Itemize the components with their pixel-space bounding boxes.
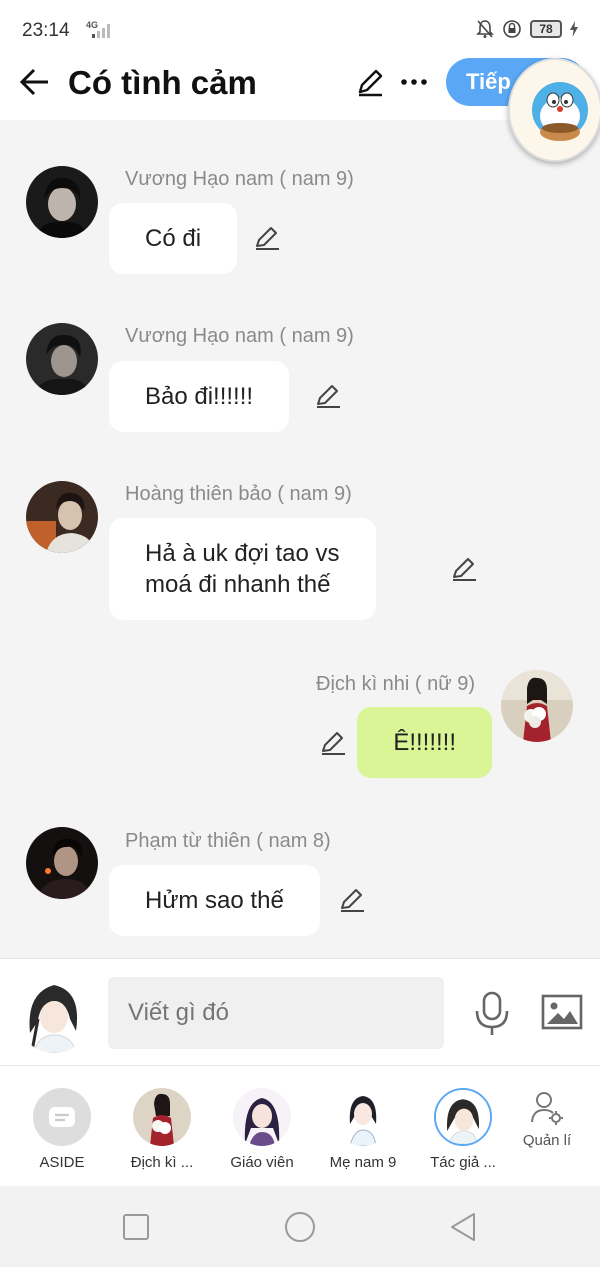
page-title: Có tình cảm	[68, 64, 257, 101]
character-giao-vien[interactable]: Giáo viên	[212, 1088, 312, 1178]
character-label: Mẹ nam 9	[329, 1154, 397, 1171]
message-input[interactable]	[108, 977, 444, 1049]
character-me-nam-9[interactable]: Mẹ nam 9	[313, 1088, 413, 1178]
edit-message-icon[interactable]	[313, 380, 343, 410]
back-arrow-icon[interactable]	[18, 64, 54, 100]
lock-rotation-icon	[503, 20, 521, 38]
message-bubble[interactable]: Bảo đi!!!!!!	[109, 361, 290, 432]
battery-indicator: 78	[530, 20, 562, 38]
edit-message-icon[interactable]	[337, 884, 367, 914]
sender-name: Phạm từ thiên ( nam 8)	[125, 830, 331, 852]
character-dich-ki-nhi[interactable]: Địch kì ...	[112, 1088, 212, 1178]
character-avatar-selected	[434, 1088, 492, 1146]
sender-avatar[interactable]	[501, 670, 573, 742]
system-navigation-bar	[0, 1187, 600, 1267]
signal-icon	[92, 24, 110, 38]
back-triangle-icon[interactable]	[448, 1211, 478, 1243]
status-time: 23:14	[22, 20, 70, 41]
sender-name: Vương Hạo nam ( nam 9)	[125, 168, 354, 190]
message-line: moá đi nhanh thế	[145, 571, 331, 598]
image-icon[interactable]	[540, 991, 584, 1033]
bell-muted-icon	[476, 20, 494, 38]
edit-message-icon[interactable]	[252, 222, 282, 252]
chat-bubble-icon	[49, 1107, 75, 1127]
message-bubble[interactable]: Có đi	[109, 203, 238, 274]
character-label: Địch kì ...	[130, 1154, 194, 1171]
character-label: ASIDE	[39, 1154, 85, 1171]
sender-avatar[interactable]	[26, 323, 98, 395]
sender-avatar[interactable]	[26, 481, 98, 553]
message-line: Hả à uk đợi tao vs	[145, 540, 340, 567]
sender-avatar[interactable]	[26, 166, 98, 238]
recent-apps-icon[interactable]	[122, 1213, 150, 1241]
edit-pencil-icon[interactable]	[354, 66, 386, 98]
character-avatar	[233, 1088, 291, 1146]
sender-avatar[interactable]	[26, 827, 98, 899]
character-selector: ASIDE Địch kì ... Giáo viên Mẹ nam 9 Tác…	[0, 1066, 600, 1186]
status-bar: 23:14 4G 78	[0, 0, 600, 58]
microphone-icon[interactable]	[470, 989, 514, 1037]
composer-bar	[0, 958, 600, 1066]
floating-sticker-bubble[interactable]	[508, 58, 600, 162]
charging-icon	[570, 21, 578, 37]
manage-characters-button[interactable]: Quản lí	[497, 1088, 597, 1178]
sender-name: Địch kì nhi ( nữ 9)	[316, 673, 475, 695]
message-bubble[interactable]: Hả à uk đợi tao vs moá đi nhanh thế	[109, 518, 376, 620]
character-avatar	[334, 1088, 392, 1146]
current-character-avatar[interactable]	[16, 973, 92, 1053]
sender-name: Vương Hạo nam ( nam 9)	[125, 325, 354, 347]
sender-name: Hoàng thiên bảo ( nam 9)	[125, 483, 352, 505]
status-icons: 78	[476, 18, 578, 40]
character-label: Quản lí	[522, 1132, 572, 1149]
my-message-bubble[interactable]: Ê!!!!!!!	[357, 707, 492, 778]
doraemon-sticker-icon	[510, 60, 600, 160]
character-aside[interactable]: ASIDE	[12, 1088, 112, 1178]
edit-message-icon[interactable]	[449, 553, 479, 583]
edit-message-icon[interactable]	[318, 727, 348, 757]
aside-avatar	[33, 1088, 91, 1146]
home-icon[interactable]	[284, 1211, 316, 1243]
more-options-icon[interactable]	[398, 66, 430, 98]
user-settings-icon	[531, 1092, 563, 1125]
message-bubble[interactable]: Hửm sao thế	[109, 865, 320, 936]
character-avatar	[133, 1088, 191, 1146]
character-label: Giáo viên	[230, 1154, 294, 1171]
